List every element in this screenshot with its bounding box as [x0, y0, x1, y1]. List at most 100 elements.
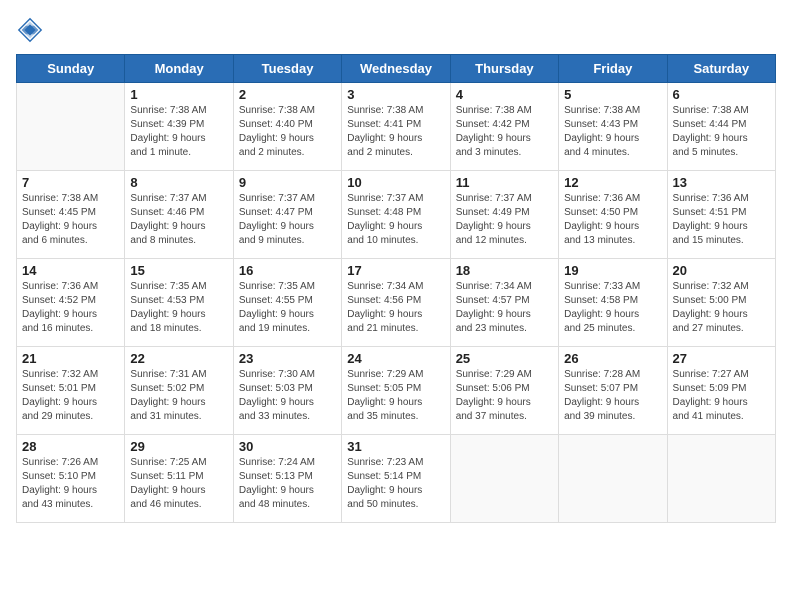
day-number: 27 — [673, 351, 770, 366]
day-info: Sunrise: 7:38 AMSunset: 4:41 PMDaylight:… — [347, 104, 444, 160]
calendar-cell: 4Sunrise: 7:38 AMSunset: 4:42 PMDaylight… — [450, 83, 558, 171]
day-info: Sunrise: 7:36 AMSunset: 4:51 PMDaylight:… — [673, 192, 770, 248]
calendar-cell: 31 Sunrise: 7:23 AMSunset: 5:14 PMDayligh… — [342, 435, 450, 523]
day-info: Sunrise: 7:34 AMSunset: 4:57 PMDaylight:… — [456, 280, 553, 336]
week-row-3: 14 Sunrise: 7:36 AMSunset: 4:52 PMDayligh… — [17, 259, 776, 347]
day-number: 15 — [130, 263, 227, 278]
day-info: Sunrise: 7:38 AMSunset: 4:43 PMDaylight:… — [564, 104, 661, 160]
day-number: 23 — [239, 351, 336, 366]
day-info: Sunrise: 7:36 AMSunset: 4:52 PMDaylight:… — [22, 280, 119, 336]
calendar-cell: 11 Sunrise: 7:37 AMSunset: 4:49 PMDayligh… — [450, 171, 558, 259]
day-info: Sunrise: 7:26 AMSunset: 5:10 PMDaylight:… — [22, 456, 119, 512]
calendar-cell: 2 Sunrise: 7:38 AMSunset: 4:40 PMDaylight… — [233, 83, 341, 171]
day-number: 26 — [564, 351, 661, 366]
day-number: 24 — [347, 351, 444, 366]
calendar-cell: 23 Sunrise: 7:30 AMSunset: 5:03 PMDayligh… — [233, 347, 341, 435]
day-number: 1 — [130, 87, 227, 102]
calendar-cell: 7 Sunrise: 7:38 AMSunset: 4:45 PMDaylight… — [17, 171, 125, 259]
day-number: 28 — [22, 439, 119, 454]
day-number: 14 — [22, 263, 119, 278]
day-info: Sunrise: 7:30 AMSunset: 5:03 PMDaylight:… — [239, 368, 336, 424]
calendar-cell — [667, 435, 775, 523]
day-info: Sunrise: 7:29 AMSunset: 5:06 PMDaylight:… — [456, 368, 553, 424]
week-row-2: 7 Sunrise: 7:38 AMSunset: 4:45 PMDaylight… — [17, 171, 776, 259]
calendar-cell: 17Sunrise: 7:34 AMSunset: 4:56 PMDayligh… — [342, 259, 450, 347]
calendar-cell — [559, 435, 667, 523]
day-info: Sunrise: 7:38 AMSunset: 4:42 PMDaylight:… — [456, 104, 553, 160]
day-number: 11 — [456, 175, 553, 190]
col-header-monday: Monday — [125, 55, 233, 83]
day-info: Sunrise: 7:29 AMSunset: 5:05 PMDaylight:… — [347, 368, 444, 424]
day-number: 21 — [22, 351, 119, 366]
logo-icon — [16, 16, 44, 44]
day-info: Sunrise: 7:38 AMSunset: 4:39 PMDaylight:… — [130, 104, 227, 160]
day-number: 2 — [239, 87, 336, 102]
day-info: Sunrise: 7:36 AMSunset: 4:50 PMDaylight:… — [564, 192, 661, 248]
day-number: 13 — [673, 175, 770, 190]
calendar-cell — [17, 83, 125, 171]
logo — [16, 16, 48, 44]
day-number: 6 — [673, 87, 770, 102]
day-number: 10 — [347, 175, 444, 190]
calendar-cell: 30 Sunrise: 7:24 AMSunset: 5:13 PMDayligh… — [233, 435, 341, 523]
day-number: 31 — [347, 439, 444, 454]
week-row-1: 1 Sunrise: 7:38 AMSunset: 4:39 PMDaylight… — [17, 83, 776, 171]
day-number: 29 — [130, 439, 227, 454]
calendar-cell: 24 Sunrise: 7:29 AMSunset: 5:05 PMDayligh… — [342, 347, 450, 435]
calendar-cell: 19 Sunrise: 7:33 AMSunset: 4:58 PMDayligh… — [559, 259, 667, 347]
calendar-cell: 28 Sunrise: 7:26 AMSunset: 5:10 PMDayligh… — [17, 435, 125, 523]
col-header-thursday: Thursday — [450, 55, 558, 83]
day-info: Sunrise: 7:28 AMSunset: 5:07 PMDaylight:… — [564, 368, 661, 424]
day-number: 17 — [347, 263, 444, 278]
calendar-cell: 21Sunrise: 7:32 AMSunset: 5:01 PMDayligh… — [17, 347, 125, 435]
week-row-4: 21Sunrise: 7:32 AMSunset: 5:01 PMDayligh… — [17, 347, 776, 435]
day-info: Sunrise: 7:24 AMSunset: 5:13 PMDaylight:… — [239, 456, 336, 512]
calendar-cell: 9 Sunrise: 7:37 AMSunset: 4:47 PMDaylight… — [233, 171, 341, 259]
day-number: 25 — [456, 351, 553, 366]
col-header-wednesday: Wednesday — [342, 55, 450, 83]
calendar-cell: 13 Sunrise: 7:36 AMSunset: 4:51 PMDayligh… — [667, 171, 775, 259]
day-number: 19 — [564, 263, 661, 278]
day-info: Sunrise: 7:38 AMSunset: 4:44 PMDaylight:… — [673, 104, 770, 160]
day-info: Sunrise: 7:37 AMSunset: 4:49 PMDaylight:… — [456, 192, 553, 248]
day-number: 30 — [239, 439, 336, 454]
day-info: Sunrise: 7:37 AMSunset: 4:48 PMDaylight:… — [347, 192, 444, 248]
col-header-friday: Friday — [559, 55, 667, 83]
day-info: Sunrise: 7:37 AMSunset: 4:47 PMDaylight:… — [239, 192, 336, 248]
col-header-tuesday: Tuesday — [233, 55, 341, 83]
day-number: 3 — [347, 87, 444, 102]
calendar-cell: 20Sunrise: 7:32 AMSunset: 5:00 PMDayligh… — [667, 259, 775, 347]
calendar-cell: 8 Sunrise: 7:37 AMSunset: 4:46 PMDaylight… — [125, 171, 233, 259]
col-header-saturday: Saturday — [667, 55, 775, 83]
calendar-cell: 10 Sunrise: 7:37 AMSunset: 4:48 PMDayligh… — [342, 171, 450, 259]
calendar-cell: 12 Sunrise: 7:36 AMSunset: 4:50 PMDayligh… — [559, 171, 667, 259]
day-number: 7 — [22, 175, 119, 190]
day-number: 9 — [239, 175, 336, 190]
day-number: 18 — [456, 263, 553, 278]
day-number: 22 — [130, 351, 227, 366]
calendar-cell: 22 Sunrise: 7:31 AMSunset: 5:02 PMDayligh… — [125, 347, 233, 435]
day-info: Sunrise: 7:38 AMSunset: 4:40 PMDaylight:… — [239, 104, 336, 160]
day-info: Sunrise: 7:27 AMSunset: 5:09 PMDaylight:… — [673, 368, 770, 424]
calendar-cell: 25 Sunrise: 7:29 AMSunset: 5:06 PMDayligh… — [450, 347, 558, 435]
calendar-table: SundayMondayTuesdayWednesdayThursdayFrid… — [16, 54, 776, 523]
calendar-cell: 27 Sunrise: 7:27 AMSunset: 5:09 PMDayligh… — [667, 347, 775, 435]
calendar-cell: 16Sunrise: 7:35 AMSunset: 4:55 PMDayligh… — [233, 259, 341, 347]
day-info: Sunrise: 7:37 AMSunset: 4:46 PMDaylight:… — [130, 192, 227, 248]
day-info: Sunrise: 7:38 AMSunset: 4:45 PMDaylight:… — [22, 192, 119, 248]
calendar-header-row: SundayMondayTuesdayWednesdayThursdayFrid… — [17, 55, 776, 83]
day-number: 5 — [564, 87, 661, 102]
calendar-cell: 18 Sunrise: 7:34 AMSunset: 4:57 PMDayligh… — [450, 259, 558, 347]
calendar-cell: 15 Sunrise: 7:35 AMSunset: 4:53 PMDayligh… — [125, 259, 233, 347]
day-info: Sunrise: 7:32 AMSunset: 5:00 PMDaylight:… — [673, 280, 770, 336]
day-number: 12 — [564, 175, 661, 190]
day-number: 8 — [130, 175, 227, 190]
calendar-cell: 14 Sunrise: 7:36 AMSunset: 4:52 PMDayligh… — [17, 259, 125, 347]
calendar-cell: 3 Sunrise: 7:38 AMSunset: 4:41 PMDaylight… — [342, 83, 450, 171]
calendar-cell — [450, 435, 558, 523]
day-info: Sunrise: 7:25 AMSunset: 5:11 PMDaylight:… — [130, 456, 227, 512]
day-info: Sunrise: 7:23 AMSunset: 5:14 PMDaylight:… — [347, 456, 444, 512]
day-info: Sunrise: 7:31 AMSunset: 5:02 PMDaylight:… — [130, 368, 227, 424]
day-info: Sunrise: 7:35 AMSunset: 4:53 PMDaylight:… — [130, 280, 227, 336]
day-info: Sunrise: 7:33 AMSunset: 4:58 PMDaylight:… — [564, 280, 661, 336]
